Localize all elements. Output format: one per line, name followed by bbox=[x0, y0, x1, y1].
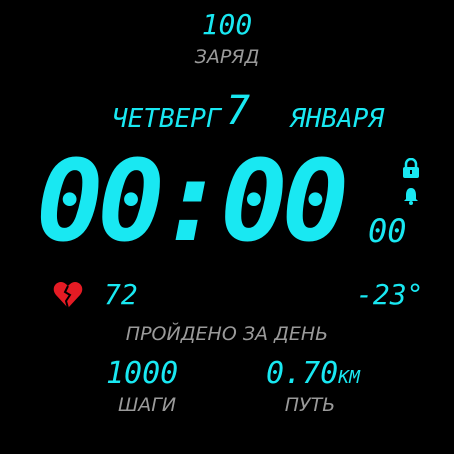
distance-value: 0.70KM bbox=[266, 356, 360, 391]
broken-heart-icon bbox=[53, 282, 83, 309]
lock-icon bbox=[403, 158, 419, 178]
battery-label: ЗАРЯД bbox=[194, 46, 260, 68]
temperature-value: -23° bbox=[356, 278, 424, 311]
time-display: 00:00 bbox=[36, 137, 349, 267]
bell-icon bbox=[404, 188, 418, 205]
distance-label: ПУТЬ bbox=[284, 394, 336, 416]
weekday: ЧЕТВЕРГ bbox=[112, 104, 222, 134]
distance-unit: KM bbox=[338, 367, 360, 388]
battery-value: 100 bbox=[201, 8, 253, 41]
heart-rate-value: 72 bbox=[104, 278, 138, 311]
steps-value: 1000 bbox=[106, 356, 179, 391]
distance-number: 0.70 bbox=[266, 356, 339, 391]
watch-face: 100 ЗАРЯД ЧЕТВЕРГ 7 ЯНВАРЯ 00:00 00 72 -… bbox=[0, 0, 454, 454]
month: ЯНВАРЯ bbox=[290, 104, 384, 134]
seconds-display: 00 bbox=[368, 212, 407, 250]
day-of-month: 7 bbox=[226, 88, 251, 134]
steps-label: ШАГИ bbox=[117, 394, 177, 416]
daily-activity-label: ПРОЙДЕНО ЗА ДЕНЬ bbox=[125, 323, 329, 345]
